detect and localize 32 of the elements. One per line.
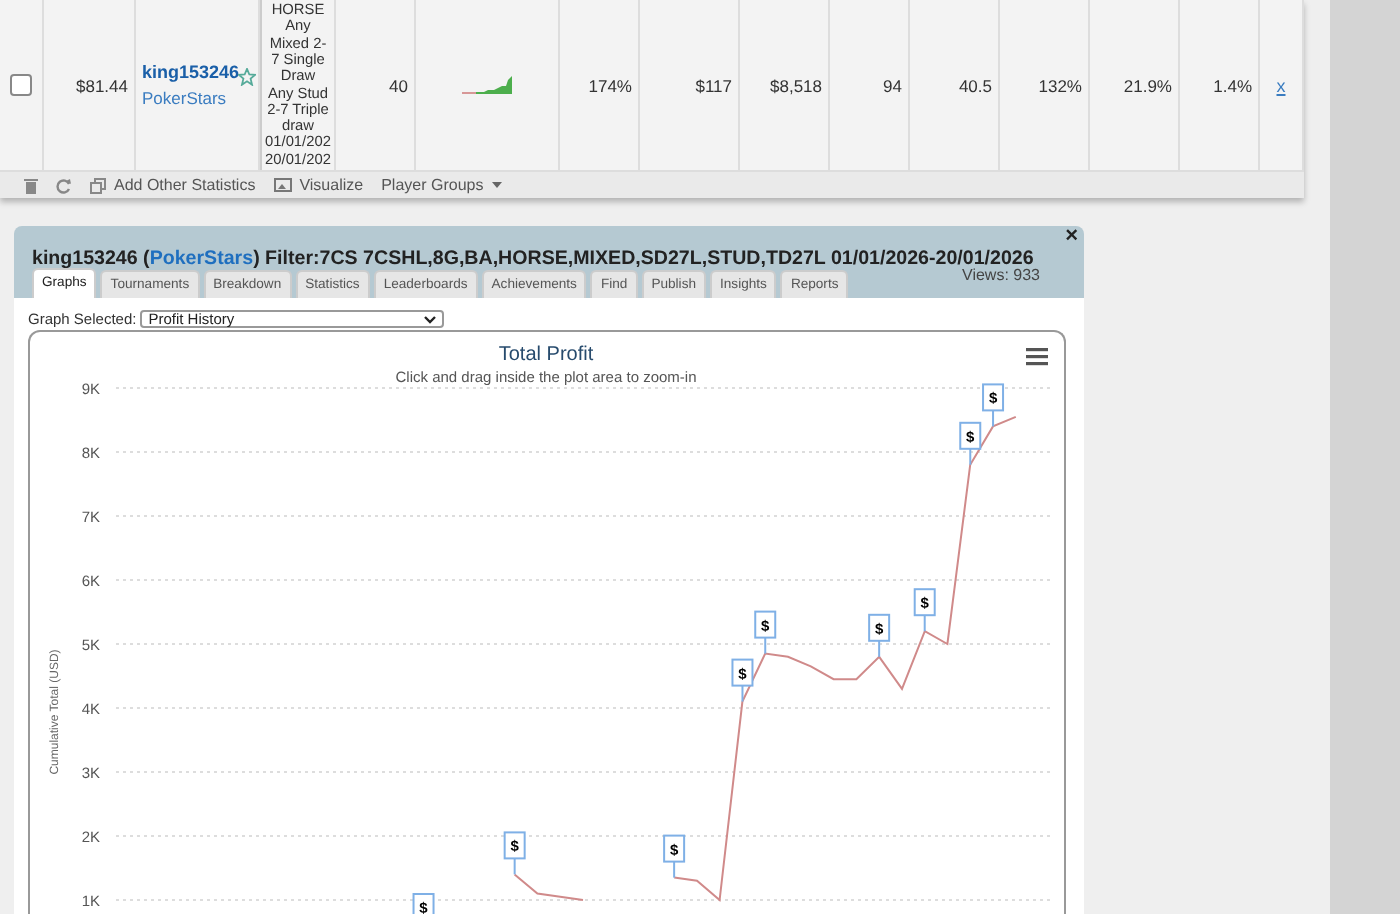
table-cell: 94 (883, 75, 902, 95)
refresh-icon (56, 177, 72, 193)
table-cell: 132% (1038, 75, 1082, 95)
trash-icon (24, 177, 38, 193)
caret-icon (491, 182, 502, 188)
table-cell: $117 (695, 75, 732, 95)
table-cell: 21.9% (1123, 75, 1172, 95)
panel-title: king153246 (PokerStars) Filter:7CS 7CSHL,8G,BA,HORSE,MIXED,SD27L,STUD,TD27L 01/01/2026-20/01/2026 (32, 246, 1034, 270)
close-button[interactable]: × (1065, 226, 1078, 248)
table-cell: 1.4% (1213, 75, 1252, 95)
table-cell: 174% (588, 75, 632, 95)
player-link[interactable]: king153246 (142, 62, 240, 82)
table-cell: 40 (389, 75, 408, 95)
add-button[interactable]: Add Other Statistics (90, 176, 256, 194)
refresh-button[interactable] (56, 177, 72, 193)
sparkline-drawing (461, 76, 513, 94)
menu-icon[interactable] (1026, 348, 1048, 366)
visualize-button[interactable]: Visualize (273, 176, 364, 194)
table-cell: $8,518 (770, 75, 822, 95)
chart-title: Total Profit (498, 344, 594, 366)
copy-icon (90, 177, 106, 193)
remove-link[interactable]: x (1276, 75, 1286, 95)
image-icon (273, 178, 292, 192)
table-cell: $81.44 (76, 75, 128, 95)
views-count: Views: 933 (962, 266, 1040, 284)
site-link[interactable]: PokerStars (142, 88, 227, 108)
player-groups-dropdown[interactable]: Player Groups (381, 176, 502, 194)
star-icon[interactable] (238, 68, 256, 86)
delete-button[interactable] (24, 177, 38, 193)
row-checkbox[interactable] (10, 74, 32, 96)
table-cell: 40.5 (958, 75, 992, 95)
chevron-icon (424, 315, 437, 323)
